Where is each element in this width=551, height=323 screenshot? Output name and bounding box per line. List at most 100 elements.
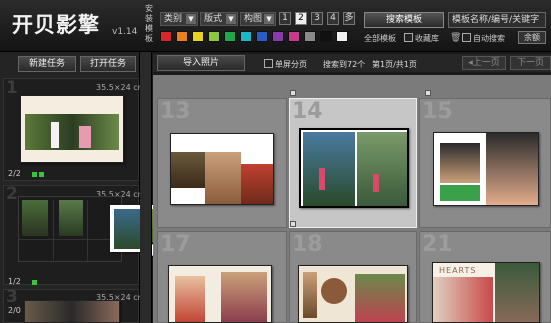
- slot-thumbnail-frame[interactable]: [18, 196, 123, 262]
- template-thumbnail[interactable]: [170, 133, 274, 205]
- page-indicator: 第1页/共1页: [372, 60, 417, 69]
- all-templates-link[interactable]: 全部模板: [364, 33, 396, 44]
- favorites-label: 收藏库: [415, 34, 439, 43]
- app-logo: 开贝影擎: [12, 12, 100, 37]
- photo: [221, 272, 267, 322]
- photo: [321, 278, 347, 304]
- color-swatch[interactable]: [304, 31, 316, 42]
- color-swatch[interactable]: [240, 31, 252, 42]
- install-template-label[interactable]: 安装模板: [142, 4, 156, 48]
- slot-number: 3: [6, 287, 18, 307]
- page-tab-multi[interactable]: 多: [343, 12, 355, 25]
- single-screen-label: 单屏分页: [275, 60, 307, 69]
- balance-button[interactable]: 余额: [518, 31, 546, 44]
- photo: [440, 143, 480, 183]
- open-task-button[interactable]: 打开任务: [80, 56, 136, 72]
- template-thumbnail[interactable]: HEARTS: [432, 262, 540, 323]
- import-photos-button[interactable]: 导入照片: [157, 55, 245, 71]
- auto-search-toggle[interactable]: 自动搜索: [462, 33, 505, 44]
- prev-page-label: 上一页: [472, 58, 500, 68]
- page-tab-4[interactable]: 4: [327, 12, 339, 25]
- search-input[interactable]: 模板名称/编号/关键字: [448, 12, 546, 28]
- template-thumbnail[interactable]: [168, 265, 272, 323]
- template-thumbnail[interactable]: [298, 265, 408, 323]
- color-swatch[interactable]: [160, 31, 172, 42]
- vertical-scrollbar[interactable]: [140, 52, 152, 323]
- color-swatch[interactable]: [320, 31, 332, 42]
- page-tab-2[interactable]: 2: [295, 12, 307, 25]
- category-label: 类别: [164, 14, 183, 24]
- page-tab-3[interactable]: 3: [311, 12, 323, 25]
- chevron-down-icon: ▼: [226, 14, 236, 24]
- search-result-count: 搜索到72个: [323, 60, 366, 69]
- favorites-toggle[interactable]: 收藏库: [404, 33, 439, 44]
- category-dropdown[interactable]: 类别 ▼: [160, 12, 198, 26]
- status-dot: [32, 280, 37, 285]
- cell-number: 21: [422, 232, 453, 257]
- prev-page-button[interactable]: ◂上一页: [462, 56, 506, 70]
- page-tab-1[interactable]: 1: [279, 12, 291, 25]
- color-swatch[interactable]: [208, 31, 220, 42]
- next-page-button[interactable]: 下一页: [510, 56, 551, 70]
- photo: [303, 272, 317, 318]
- photo: [495, 263, 539, 322]
- slot-size: 35.5×24 cm: [96, 83, 146, 92]
- photo: [22, 200, 48, 236]
- checkbox-icon: [264, 59, 273, 68]
- cell-number: 17: [160, 232, 191, 257]
- cell-number: 14: [292, 99, 323, 124]
- thumbnail-watermark: HEARTS: [439, 266, 477, 275]
- trash-icon[interactable]: 🗑: [450, 33, 461, 43]
- slot-pages: 1/2: [8, 277, 21, 286]
- color-swatch[interactable]: [192, 31, 204, 42]
- single-screen-toggle[interactable]: 单屏分页: [264, 59, 307, 70]
- photo: [171, 152, 205, 188]
- slot-thumbnail[interactable]: [20, 95, 124, 163]
- cell-marker: [290, 221, 296, 227]
- color-swatch[interactable]: [176, 31, 188, 42]
- style-dropdown[interactable]: 版式 ▼: [200, 12, 238, 26]
- composition-dropdown[interactable]: 构图 ▼: [240, 12, 276, 26]
- chevron-down-icon: ▼: [264, 14, 274, 24]
- next-page-label: 下一页: [516, 58, 544, 68]
- checkbox-icon: [462, 33, 471, 42]
- photo: [241, 164, 273, 204]
- new-task-button[interactable]: 新建任务: [18, 56, 76, 72]
- cell-number: 18: [292, 232, 323, 257]
- cell-number: 15: [422, 99, 453, 124]
- checkbox-icon: [404, 33, 413, 42]
- chevron-down-icon: ▼: [186, 14, 196, 24]
- photo: [486, 133, 538, 205]
- divider: [87, 200, 88, 262]
- slot-number: 1: [6, 78, 18, 98]
- photo: [303, 132, 355, 206]
- photo: [25, 114, 119, 150]
- bride-figure: [51, 122, 59, 148]
- figure: [373, 174, 379, 192]
- cell-marker: [290, 90, 296, 96]
- cell-marker: [425, 90, 431, 96]
- color-swatch[interactable]: [224, 31, 236, 42]
- photo: [175, 276, 205, 322]
- template-thumbnail-selected[interactable]: [299, 128, 409, 208]
- composition-label: 构图: [244, 14, 263, 24]
- slot-thumbnail[interactable]: [24, 300, 120, 323]
- color-swatch[interactable]: [288, 31, 300, 42]
- style-label: 版式: [204, 14, 223, 24]
- photo: [205, 152, 241, 204]
- photo: [357, 132, 407, 206]
- search-template-button[interactable]: 搜索模板: [364, 12, 444, 28]
- slot-number: 2: [6, 184, 18, 204]
- color-swatch[interactable]: [336, 31, 348, 42]
- app-version: v1.14: [112, 27, 138, 37]
- photo: [440, 185, 480, 201]
- divider: [53, 200, 54, 262]
- cell-number: 13: [160, 99, 191, 124]
- template-thumbnail[interactable]: [433, 132, 539, 206]
- color-swatch[interactable]: [272, 31, 284, 42]
- auto-search-label: 自动搜索: [473, 34, 505, 43]
- color-swatch[interactable]: [256, 31, 268, 42]
- slot-pages: 2/2: [8, 169, 21, 178]
- photo: [433, 277, 493, 322]
- divider: [19, 239, 123, 240]
